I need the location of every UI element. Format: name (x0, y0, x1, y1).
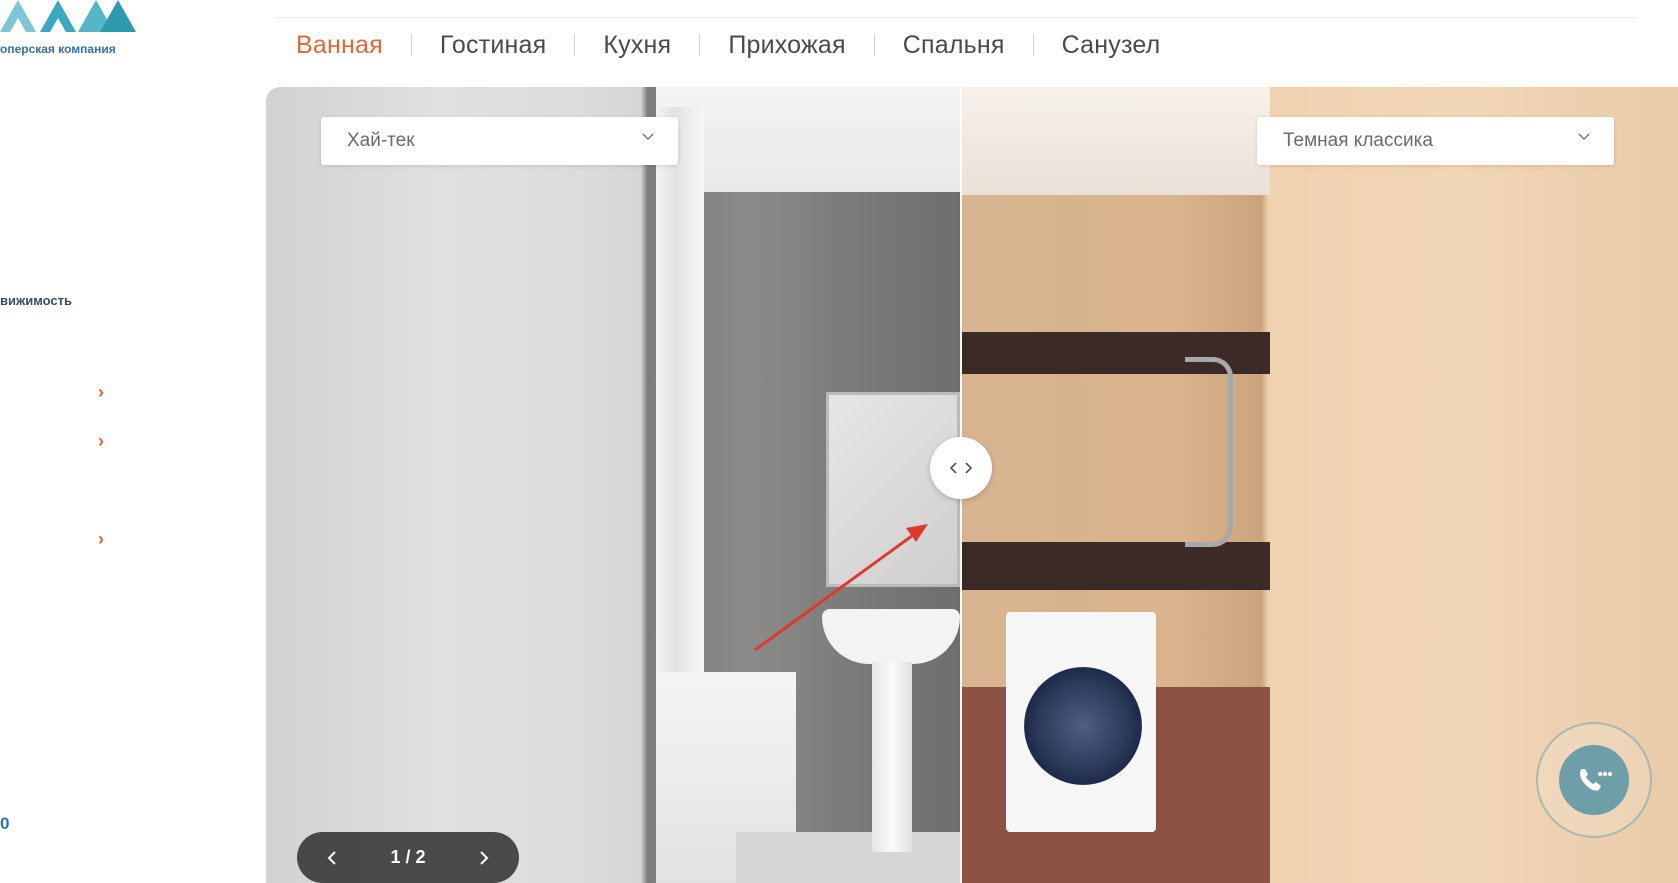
sidebar: оперская компания вижимость › › › 0 (0, 0, 240, 883)
style-select-value: Темная классика (1283, 130, 1433, 151)
tab-restroom[interactable]: Санузел (1062, 31, 1161, 60)
washer-door (1024, 667, 1142, 785)
callback-button[interactable] (1559, 745, 1629, 815)
arrow-right-icon (480, 850, 489, 865)
phone-icon (1579, 769, 1612, 791)
style-select-value: Хай-тек (347, 130, 415, 151)
chevron-right-icon[interactable]: › (98, 432, 104, 450)
slide-counter: 1 / 2 (390, 847, 426, 867)
compare-arrows-icon (949, 462, 973, 474)
page: оперская компания вижимость › › › 0 Ванн… (0, 0, 1678, 883)
washing-machine (1006, 612, 1156, 832)
sidebar-link-realty[interactable]: вижимость (0, 293, 72, 308)
tab-separator (1032, 34, 1034, 56)
tab-separator (873, 34, 875, 56)
chevron-down-icon (1578, 133, 1590, 141)
chevron-right-icon[interactable]: › (98, 383, 104, 401)
comparison-viewer: Хай-тек Темная классика 1 / 2 (266, 87, 1678, 883)
next-slide-button[interactable] (457, 832, 511, 883)
sidebar-phone-number[interactable]: 0 (0, 814, 9, 834)
interior-image-hightech (266, 87, 960, 883)
chevron-right-icon[interactable]: › (98, 530, 104, 548)
logo-text: оперская компания (0, 42, 116, 56)
wall-stripe (960, 542, 1270, 590)
tab-separator (699, 34, 701, 56)
sink (822, 609, 960, 664)
tab-bathroom[interactable]: Ванная (296, 31, 383, 60)
logo-mark-icon (0, 0, 136, 32)
tab-bedroom[interactable]: Спальня (903, 31, 1005, 60)
tab-hallway[interactable]: Прихожая (728, 31, 845, 60)
header-divider (276, 17, 1636, 18)
style-select-right[interactable]: Темная классика (1257, 117, 1614, 165)
tab-kitchen[interactable]: Кухня (603, 31, 671, 60)
towel-rail (1185, 357, 1233, 547)
style-select-left[interactable]: Хай-тек (321, 117, 678, 165)
ceiling (960, 87, 1270, 195)
prev-slide-button[interactable] (305, 832, 359, 883)
compare-handle[interactable] (930, 437, 992, 499)
room-tabs: Ванная Гостиная Кухня Прихожая Спальня С… (296, 28, 1160, 62)
floor (736, 832, 960, 883)
tab-separator (574, 34, 576, 56)
chevron-down-icon (642, 133, 654, 141)
tab-living-room[interactable]: Гостиная (440, 31, 547, 60)
arrow-left-icon (327, 850, 336, 865)
sink-pedestal (872, 662, 912, 852)
logo[interactable]: оперская компания (0, 0, 140, 60)
tab-separator (410, 34, 412, 56)
slide-pager: 1 / 2 (297, 832, 519, 883)
